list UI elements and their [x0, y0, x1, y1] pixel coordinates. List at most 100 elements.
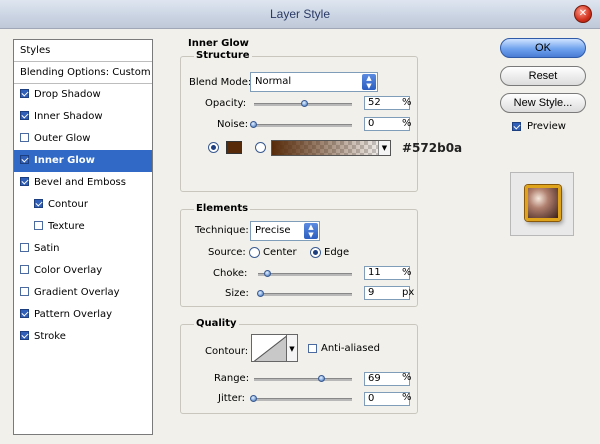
style-checkbox[interactable] — [20, 89, 29, 98]
style-item-label: Texture — [48, 221, 85, 232]
style-item-label: Inner Glow — [34, 155, 95, 166]
styles-header[interactable]: Styles — [14, 40, 152, 62]
style-item-label: Bevel and Emboss — [34, 177, 126, 188]
solid-color-radio[interactable] — [208, 142, 219, 153]
style-item-satin[interactable]: Satin — [14, 238, 152, 260]
range-unit: % — [402, 372, 412, 383]
jitter-slider-thumb[interactable] — [250, 395, 257, 402]
contour-curve-icon — [253, 335, 286, 361]
style-checkbox[interactable] — [20, 287, 29, 296]
preview-thumbnail — [525, 185, 561, 221]
style-item-label: Stroke — [34, 331, 66, 342]
title-bar: Layer Style ✕ — [0, 0, 600, 29]
style-checkbox[interactable] — [20, 133, 29, 142]
style-item-label: Drop Shadow — [34, 89, 101, 100]
choke-unit: % — [402, 267, 412, 278]
source-center-radio[interactable] — [249, 247, 260, 258]
contour-picker[interactable] — [251, 334, 287, 362]
source-label: Source: — [208, 247, 246, 258]
style-checkbox[interactable] — [20, 331, 29, 340]
jitter-label: Jitter: — [218, 393, 246, 404]
style-item-label: Outer Glow — [34, 133, 91, 144]
technique-label: Technique: — [195, 225, 249, 236]
style-checkbox[interactable] — [20, 177, 29, 186]
style-item-stroke[interactable]: Stroke — [14, 326, 152, 348]
style-checkbox[interactable] — [20, 309, 29, 318]
technique-select[interactable]: Precise ▲ ▼ — [250, 221, 320, 241]
style-preview — [510, 172, 574, 236]
range-slider-thumb[interactable] — [317, 375, 325, 382]
noise-unit: % — [402, 118, 412, 129]
style-checkbox[interactable] — [34, 199, 43, 208]
panel-title: Inner Glow — [186, 38, 251, 49]
gradient-picker[interactable]: ▼ — [271, 140, 391, 156]
style-item-label: Pattern Overlay — [34, 309, 113, 320]
style-item-pattern-overlay[interactable]: Pattern Overlay — [14, 304, 152, 326]
gradient-radio[interactable] — [255, 142, 266, 153]
jitter-slider-track[interactable] — [254, 398, 352, 401]
contour-label: Contour: — [205, 346, 249, 357]
close-icon[interactable]: ✕ — [574, 5, 592, 23]
style-checkbox[interactable] — [20, 111, 29, 120]
style-checkbox[interactable] — [20, 243, 29, 252]
blending-options[interactable]: Blending Options: Custom — [14, 62, 152, 84]
new-style-button[interactable]: New Style... — [500, 93, 586, 113]
style-item-drop-shadow[interactable]: Drop Shadow — [14, 84, 152, 106]
style-item-label: Color Overlay — [34, 265, 103, 276]
range-label: Range: — [214, 373, 250, 384]
blend-mode-label: Blend Mode: — [189, 77, 252, 88]
style-checkbox[interactable] — [20, 155, 29, 164]
style-item-label: Contour — [48, 199, 88, 210]
anti-aliased-label: Anti-aliased — [321, 343, 381, 354]
technique-value: Precise — [255, 225, 291, 236]
chevron-down-icon: ▼ — [378, 141, 390, 155]
style-item-bevel-and-emboss[interactable]: Bevel and Emboss — [14, 172, 152, 194]
style-item-inner-glow[interactable]: Inner Glow — [14, 150, 152, 172]
window-title: Layer Style — [269, 7, 331, 21]
select-arrows-icon: ▲ ▼ — [362, 74, 376, 90]
glow-color-swatch[interactable] — [226, 141, 242, 154]
style-item-outer-glow[interactable]: Outer Glow — [14, 128, 152, 150]
style-item-label: Gradient Overlay — [34, 287, 120, 298]
opacity-unit: % — [402, 97, 412, 108]
opacity-label: Opacity: — [205, 98, 247, 109]
size-label: Size: — [225, 288, 249, 299]
style-item-inner-shadow[interactable]: Inner Shadow — [14, 106, 152, 128]
size-unit: px — [402, 287, 415, 298]
blend-mode-select[interactable]: Normal ▲ ▼ — [250, 72, 378, 92]
quality-title: Quality — [194, 318, 239, 329]
structure-title: Structure — [194, 50, 252, 61]
preview-label: Preview — [527, 121, 566, 132]
style-item-gradient-overlay[interactable]: Gradient Overlay — [14, 282, 152, 304]
style-item-label: Satin — [34, 243, 60, 254]
contour-dropdown[interactable]: ▼ — [286, 334, 298, 362]
style-item-texture[interactable]: Texture — [14, 216, 152, 238]
source-edge-radio[interactable] — [310, 247, 321, 258]
glow-color-hex: #572b0a — [402, 141, 463, 155]
choke-label: Choke: — [213, 268, 248, 279]
range-slider-track[interactable] — [254, 378, 352, 381]
style-checkbox[interactable] — [20, 265, 29, 274]
opacity-slider-thumb[interactable] — [300, 100, 308, 107]
reset-button[interactable]: Reset — [500, 66, 586, 86]
noise-slider-track[interactable] — [254, 124, 352, 127]
source-center-label: Center — [263, 247, 297, 258]
layer-style-dialog: Layer Style ✕ Styles Blending Options: C… — [0, 0, 600, 444]
noise-slider-thumb[interactable] — [250, 121, 257, 128]
chevron-down-icon: ▼ — [289, 345, 295, 353]
dialog-content: Styles Blending Options: Custom Drop Sha… — [0, 29, 600, 444]
preview-checkbox[interactable] — [512, 122, 521, 131]
source-edge-label: Edge — [324, 247, 350, 258]
ok-button[interactable]: OK — [500, 38, 586, 58]
size-slider-track[interactable] — [258, 293, 352, 296]
style-item-color-overlay[interactable]: Color Overlay — [14, 260, 152, 282]
choke-slider-track[interactable] — [258, 273, 352, 276]
styles-list: Styles Blending Options: Custom Drop Sha… — [13, 39, 153, 435]
anti-aliased-checkbox[interactable] — [308, 344, 317, 353]
blend-mode-value: Normal — [255, 76, 292, 87]
noise-label: Noise: — [217, 119, 249, 130]
style-item-label: Inner Shadow — [34, 111, 103, 122]
jitter-unit: % — [402, 392, 412, 403]
style-item-contour[interactable]: Contour — [14, 194, 152, 216]
style-checkbox[interactable] — [34, 221, 43, 230]
